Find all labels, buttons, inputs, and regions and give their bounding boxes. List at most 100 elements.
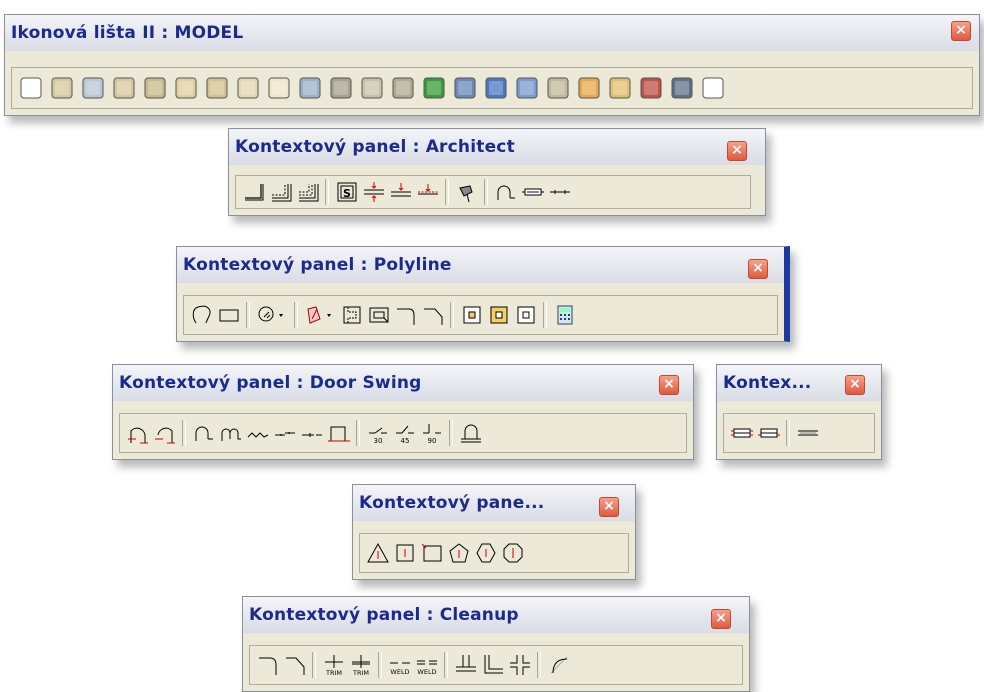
freeform-shape-icon[interactable] <box>188 302 215 329</box>
model-titlebar[interactable]: Ikonová lišta II : MODEL × <box>5 15 979 51</box>
offset-center-icon[interactable] <box>414 179 441 206</box>
door-arc-icon[interactable] <box>492 179 519 206</box>
pane-titlebar[interactable]: Kontextový pane... × <box>353 485 635 521</box>
rounded-box-icon[interactable] <box>204 75 230 101</box>
offset-both-icon[interactable] <box>360 179 387 206</box>
hexagon-center-icon[interactable] <box>472 540 499 567</box>
i-beam-icon[interactable] <box>328 75 354 101</box>
rectangle-corner-icon[interactable] <box>418 540 445 567</box>
door-fold-icon[interactable] <box>244 420 271 447</box>
circle-dropdown-icon[interactable] <box>254 302 290 329</box>
cylinder-icon[interactable] <box>111 75 137 101</box>
close-button[interactable]: × <box>711 609 731 629</box>
torus-icon[interactable] <box>266 75 292 101</box>
boolean-subtract-icon[interactable] <box>669 75 695 101</box>
pen-dropdown-icon[interactable] <box>302 302 338 329</box>
fillet-corner-icon[interactable] <box>254 652 281 679</box>
sphere-icon[interactable] <box>235 75 261 101</box>
close-button[interactable]: × <box>727 141 747 161</box>
close-button[interactable]: × <box>748 259 768 279</box>
polyline-title: Kontextový panel : Polyline <box>183 255 452 275</box>
svg-text:TRIM: TRIM <box>351 669 368 677</box>
wall-single-icon[interactable] <box>240 179 267 206</box>
trim-single-icon[interactable]: TRIM <box>320 652 347 679</box>
polyline-offset-icon[interactable] <box>365 302 392 329</box>
separator <box>543 302 547 328</box>
door-angle-30-icon[interactable]: 30 <box>364 420 391 447</box>
pane-title: Kontextový pane... <box>359 493 545 513</box>
pyramid-icon[interactable] <box>390 75 416 101</box>
extrude-icon[interactable] <box>576 75 602 101</box>
close-button[interactable]: × <box>951 21 971 41</box>
window-insert-icon[interactable] <box>519 179 546 206</box>
triangle-center-icon[interactable] <box>364 540 391 567</box>
window-double-icon[interactable] <box>728 420 755 447</box>
box-icon[interactable] <box>18 75 44 101</box>
door-swing-titlebar[interactable]: Kontextový panel : Door Swing × <box>113 365 693 401</box>
chamfer-corner-icon[interactable] <box>419 302 446 329</box>
door-swing-left-icon[interactable] <box>124 420 151 447</box>
l-junction-icon[interactable] <box>479 652 506 679</box>
wall-double-icon[interactable] <box>267 179 294 206</box>
rectangle-icon[interactable] <box>215 302 242 329</box>
square-center-icon[interactable] <box>391 540 418 567</box>
revolve-icon[interactable] <box>638 75 664 101</box>
square-outer-icon[interactable] <box>485 302 512 329</box>
chamfer-corner-icon[interactable] <box>281 652 308 679</box>
svg-text:45: 45 <box>400 437 409 445</box>
door-angle-45-icon[interactable]: 45 <box>391 420 418 447</box>
svg-text:WELD: WELD <box>417 668 436 676</box>
wedge-icon[interactable] <box>49 75 75 101</box>
window-tool-icon[interactable] <box>453 179 480 206</box>
calculator-icon[interactable] <box>551 302 578 329</box>
texture-icon[interactable] <box>452 75 478 101</box>
wall-segment-icon[interactable] <box>794 420 821 447</box>
opening-icon[interactable] <box>546 179 573 206</box>
window-single-icon[interactable] <box>755 420 782 447</box>
square-inner-icon[interactable] <box>458 302 485 329</box>
door-single-icon[interactable] <box>190 420 217 447</box>
loft-icon[interactable] <box>545 75 571 101</box>
square-plain-icon[interactable] <box>512 302 539 329</box>
weld-double-icon[interactable]: WELD <box>413 652 440 679</box>
door-swing-right-icon[interactable] <box>151 420 178 447</box>
door-double-icon[interactable] <box>217 420 244 447</box>
t-junction-icon[interactable] <box>452 652 479 679</box>
close-button[interactable]: × <box>599 497 619 517</box>
cross-junction-icon[interactable] <box>506 652 533 679</box>
polyline-edit-icon[interactable] <box>338 302 365 329</box>
render-icon[interactable] <box>700 75 726 101</box>
section-icon[interactable] <box>607 75 633 101</box>
slab-icon[interactable] <box>80 75 106 101</box>
small-titlebar[interactable]: Kontex... × <box>717 365 881 401</box>
tube-icon[interactable] <box>142 75 168 101</box>
separator <box>312 652 316 678</box>
wall-triple-icon[interactable] <box>294 179 321 206</box>
fillet-icon[interactable] <box>514 75 540 101</box>
polyline-panel: Kontextový panel : Polyline × <box>176 246 790 342</box>
door-pocket-icon[interactable] <box>298 420 325 447</box>
close-button[interactable]: × <box>845 375 865 395</box>
pentagon-center-icon[interactable] <box>445 540 472 567</box>
door-frame-icon[interactable] <box>325 420 352 447</box>
cone-icon[interactable] <box>173 75 199 101</box>
trim-double-icon[interactable]: TRIM <box>347 652 374 679</box>
weld-single-icon[interactable]: WELD <box>386 652 413 679</box>
arc-cleanup-icon[interactable] <box>545 652 572 679</box>
offset-one-icon[interactable] <box>387 179 414 206</box>
threshold-icon[interactable] <box>457 420 484 447</box>
polyline-titlebar[interactable]: Kontextový panel : Polyline × <box>177 247 784 283</box>
close-button[interactable]: × <box>659 375 679 395</box>
prism-icon[interactable] <box>297 75 323 101</box>
door-angle-90-icon[interactable]: 90 <box>418 420 445 447</box>
architect-titlebar[interactable]: Kontextový panel : Architect × <box>229 129 765 165</box>
separator <box>444 652 448 678</box>
octagon-center-icon[interactable] <box>499 540 526 567</box>
terrain-icon[interactable] <box>421 75 447 101</box>
boolean-icon[interactable] <box>483 75 509 101</box>
column-icon[interactable] <box>359 75 385 101</box>
door-slide-icon[interactable] <box>271 420 298 447</box>
fillet-corner-icon[interactable] <box>392 302 419 329</box>
stair-icon[interactable]: S <box>333 179 360 206</box>
cleanup-titlebar[interactable]: Kontextový panel : Cleanup × <box>243 597 749 633</box>
